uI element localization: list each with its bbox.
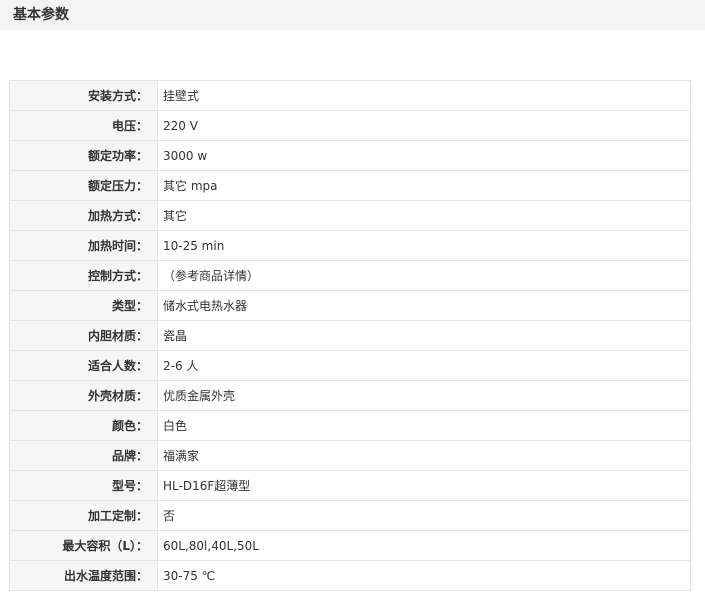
table-row: 最大容积（L）： 60L,80l,40L,50L (9, 530, 691, 561)
spec-value: 储水式电热水器 (157, 290, 691, 321)
spec-label: 控制方式： (9, 260, 158, 291)
table-row: 电压： 220 V (9, 110, 691, 141)
table-row: 安装方式： 挂壁式 (9, 80, 691, 111)
spec-table: 安装方式： 挂壁式 电压： 220 V 额定功率： 3000 w 额定压力： 其… (9, 80, 691, 591)
spec-label: 电压： (9, 110, 158, 141)
spec-label: 类型： (9, 290, 158, 321)
table-row: 内胆材质： 瓷晶 (9, 320, 691, 351)
spec-value: 瓷晶 (157, 320, 691, 351)
spec-label: 型号： (9, 470, 158, 501)
spec-value: 白色 (157, 410, 691, 441)
spec-label: 最大容积（L）： (9, 530, 158, 561)
spec-label: 加工定制： (9, 500, 158, 531)
spec-label: 适合人数： (9, 350, 158, 381)
spec-label: 额定功率： (9, 140, 158, 171)
spec-value: 10-25 min (157, 230, 691, 261)
spec-value: 其它 mpa (157, 170, 691, 201)
table-row: 加热时间： 10-25 min (9, 230, 691, 261)
table-row: 型号： HL-D16F超薄型 (9, 470, 691, 501)
spec-value: 其它 (157, 200, 691, 231)
spec-label: 额定压力： (9, 170, 158, 201)
table-row: 额定压力： 其它 mpa (9, 170, 691, 201)
spec-value: 3000 w (157, 140, 691, 171)
spec-label: 外壳材质： (9, 380, 158, 411)
spec-label: 加热时间： (9, 230, 158, 261)
spec-label: 内胆材质： (9, 320, 158, 351)
table-row: 颜色： 白色 (9, 410, 691, 441)
spec-label: 品牌： (9, 440, 158, 471)
spec-value: 30-75 ℃ (157, 560, 691, 591)
table-row: 控制方式： （参考商品详情） (9, 260, 691, 291)
spec-value: 60L,80l,40L,50L (157, 530, 691, 561)
spec-label: 安装方式： (9, 80, 158, 111)
table-row: 加热方式： 其它 (9, 200, 691, 231)
table-row: 加工定制： 否 (9, 500, 691, 531)
spec-value: 220 V (157, 110, 691, 141)
table-row: 额定功率： 3000 w (9, 140, 691, 171)
spec-label: 加热方式： (9, 200, 158, 231)
spec-value: 否 (157, 500, 691, 531)
spec-label: 出水温度范围： (9, 560, 158, 591)
table-row: 类型： 储水式电热水器 (9, 290, 691, 321)
table-row: 品牌： 福满家 (9, 440, 691, 471)
table-row: 外壳材质： 优质金属外壳 (9, 380, 691, 411)
table-row: 适合人数： 2-6 人 (9, 350, 691, 381)
spec-table-body: 安装方式： 挂壁式 电压： 220 V 额定功率： 3000 w 额定压力： 其… (9, 80, 691, 591)
spec-label: 颜色： (9, 410, 158, 441)
table-row: 出水温度范围： 30-75 ℃ (9, 560, 691, 591)
spec-value: （参考商品详情） (157, 260, 691, 291)
section-title: 基本参数 (0, 0, 705, 30)
spec-value: 挂壁式 (157, 80, 691, 111)
spec-value: 2-6 人 (157, 350, 691, 381)
spec-value: 福满家 (157, 440, 691, 471)
spec-value: 优质金属外壳 (157, 380, 691, 411)
spec-value: HL-D16F超薄型 (157, 470, 691, 501)
